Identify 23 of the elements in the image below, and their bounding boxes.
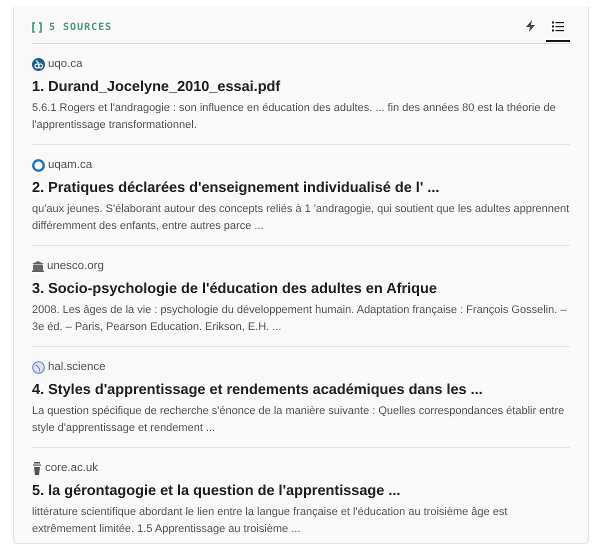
sources-title: 5 SOURCES [49, 22, 112, 32]
list-icon [552, 20, 564, 32]
source-domain[interactable]: uqo.ca [48, 58, 83, 70]
source-title[interactable]: 2. Pratiques déclarées d'enseignement individualisé de l' ... [32, 179, 570, 198]
source-domain[interactable]: uqam.ca [48, 159, 92, 171]
jar-icon [32, 462, 42, 474]
source-title[interactable]: 5. la gérontagogie et la question de l'apprentissage ... [32, 482, 570, 501]
bolt-icon [524, 20, 536, 32]
badge-icon [32, 58, 45, 70]
brackets-icon [32, 22, 42, 32]
source-snippet: 2008. Les âges de la vie : psychologie du développement humain. Adaptation française : François Gosselin. – 3e éd. – Paris, Pearson Education. Erikson, E.H. ... [32, 303, 568, 335]
source-snippet: 5.6.1 Rogers et l'andragogie : son influence en éducation des adultes. ... fin des années 80 est la théorie de l'apprentissage transformationnel. [32, 101, 557, 133]
source-title[interactable]: 4. Styles d'apprentissage et rendements académiques dans les ... [32, 381, 570, 400]
source-domain[interactable]: unesco.org [47, 260, 104, 272]
source-snippet: qu'aux jeunes. S'élaborant autour des concepts reliés à 1 'andragogie, qui soutient que les adultes apprennent différemment des enfants, entre autres parce ... [32, 202, 570, 234]
source-domain[interactable]: core.ac.uk [45, 462, 98, 474]
source-snippet: La question spécifique de recherche s'énonce de la manière suivante : Quelles correspondances établir entre style d'apprentissage et rendement ... [32, 404, 566, 436]
source-snippet: littérature scientifique abordant le lien entre la langue française et l'éducation au troisième âge est extrêmement limitée. 1.5 Apprentissage au troisième ... [32, 505, 508, 537]
source-domain[interactable]: hal.science [48, 361, 106, 373]
ring-icon [32, 158, 45, 172]
source-title[interactable]: 3. Socio-psychologie de l'éducation des adultes en Afrique [32, 280, 570, 299]
building-icon [32, 260, 44, 272]
source-title[interactable]: 1. Durand_Jocelyne_2010_essai.pdf [32, 78, 570, 97]
